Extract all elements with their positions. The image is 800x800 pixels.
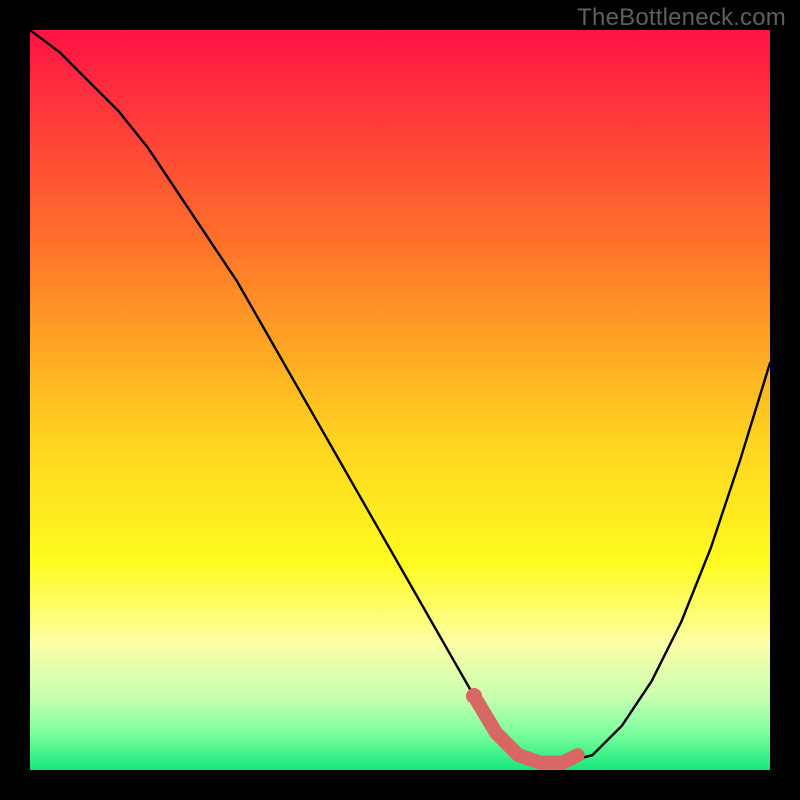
- watermark-text: TheBottleneck.com: [577, 4, 786, 32]
- chart-frame: TheBottleneck.com: [0, 0, 800, 800]
- chart-svg: [30, 30, 770, 770]
- optimal-range-start-dot: [466, 688, 482, 704]
- plot-area: [30, 30, 770, 770]
